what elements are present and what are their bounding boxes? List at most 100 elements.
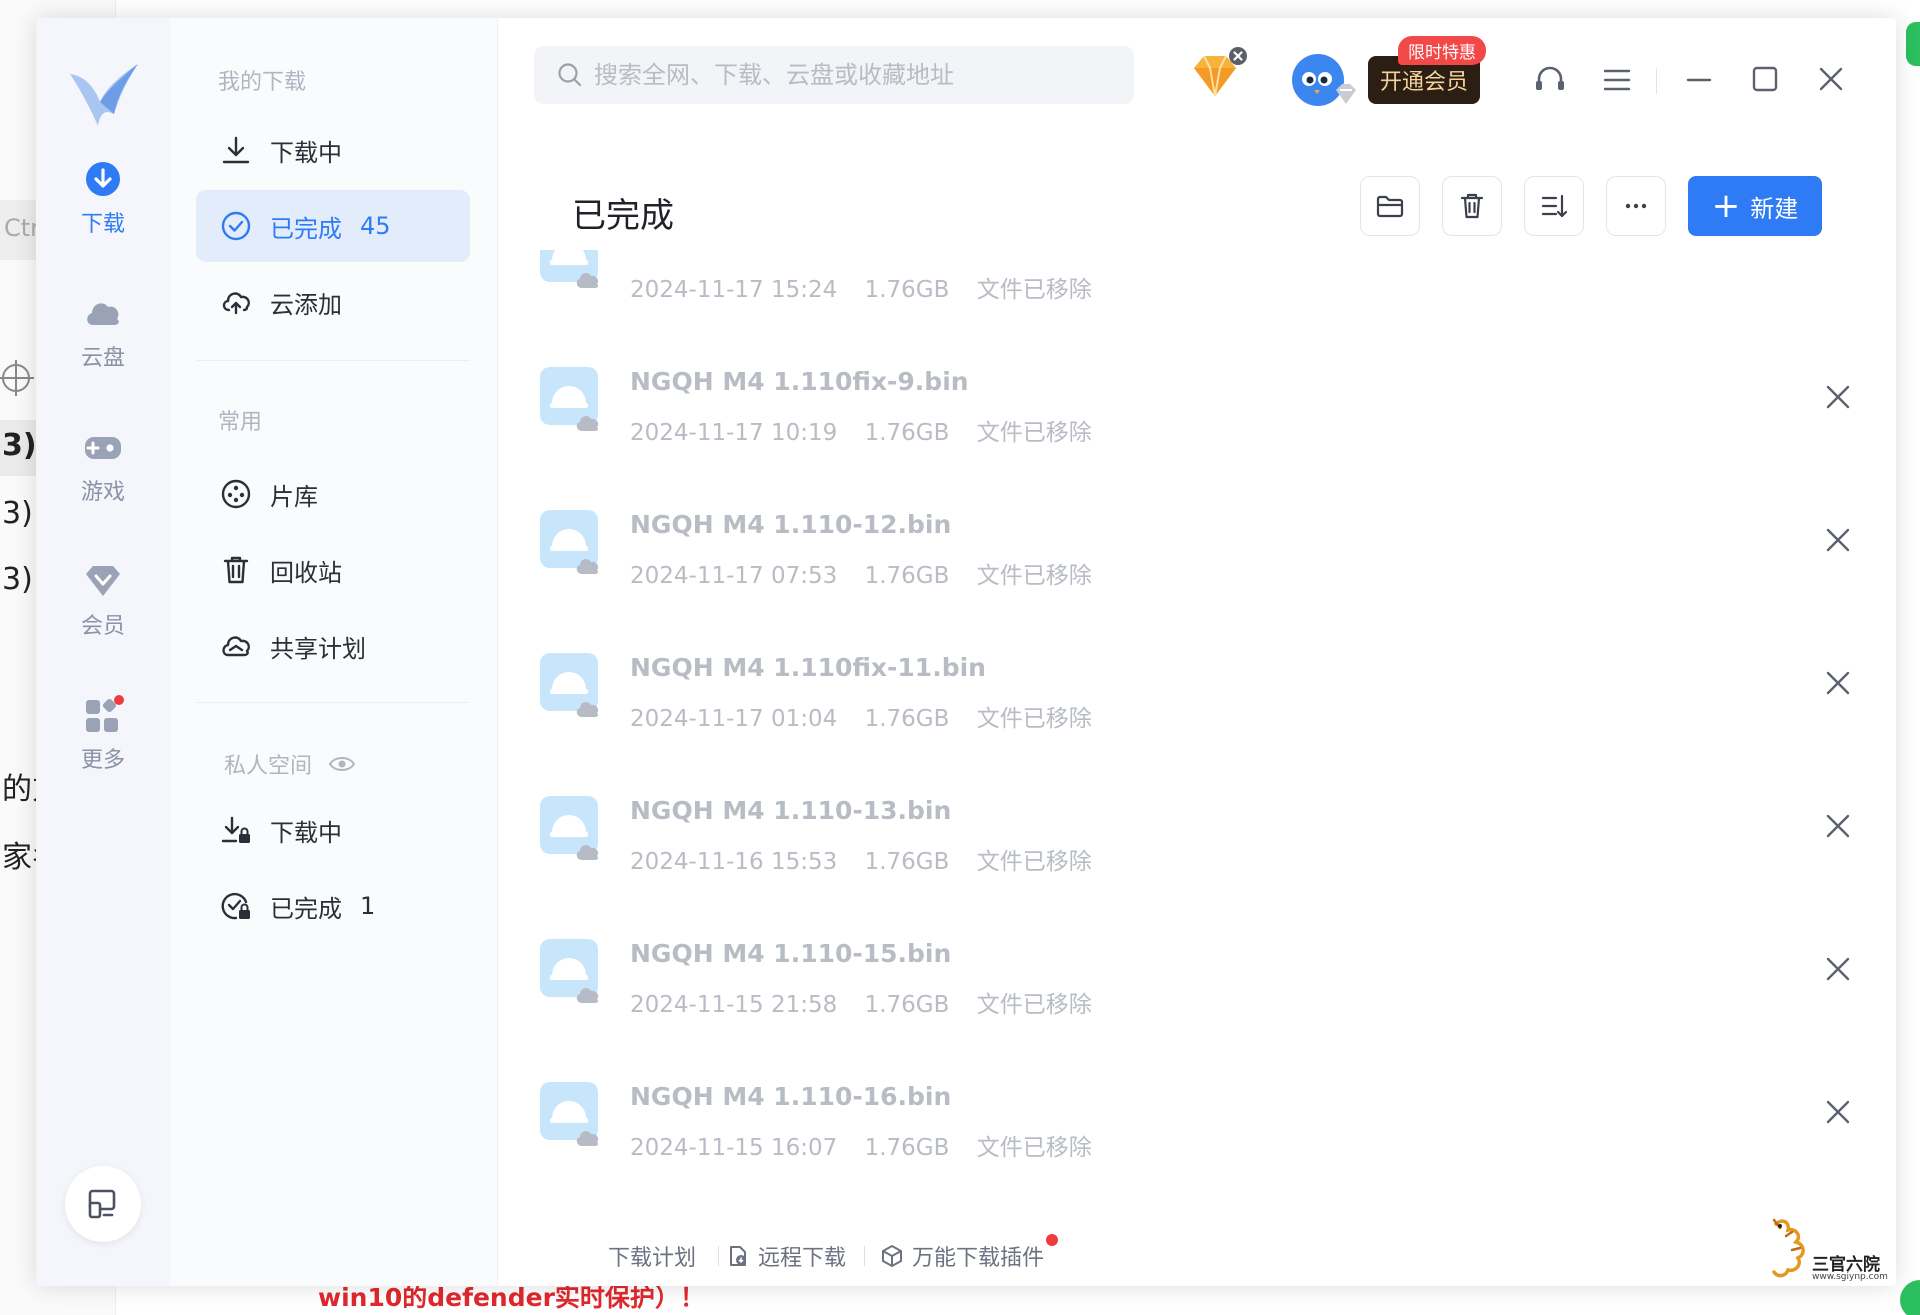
nav-divider — [196, 702, 470, 703]
file-row[interactable]: NGQH M4 1.110-12.bin 2024-11-17 07:53 1.… — [498, 480, 1896, 623]
toolbar-separator — [1656, 68, 1657, 94]
footer-separator — [864, 1246, 865, 1266]
apps-icon — [86, 695, 124, 732]
file-row[interactable]: NGQH M4 1.110-15.bin 2024-11-15 21:58 1.… — [498, 909, 1896, 1052]
file-size: 1.76GB — [864, 706, 950, 732]
check-circle-icon — [221, 211, 251, 241]
background-ctrl-hint: Ctr — [0, 200, 40, 260]
folder-icon — [1376, 195, 1404, 218]
nav-item-downloading[interactable]: 下载中 — [196, 114, 470, 186]
file-row[interactable]: NGQH M4 1.110-16.bin 2024-11-15 16:07 1.… — [498, 1052, 1896, 1195]
file-size: 1.76GB — [864, 563, 950, 589]
nav-item-label: 回收站 — [270, 558, 342, 587]
file-size: 1.76GB — [864, 1135, 950, 1161]
headset-icon[interactable] — [1532, 62, 1568, 98]
rail-item-cloud[interactable]: 云盘 — [36, 292, 170, 392]
download-plan-link[interactable]: 下载计划 — [608, 1240, 696, 1272]
footer-bar: 下载计划 远程下载 万能下载插件 — [498, 1226, 1896, 1286]
download-plan-label: 下载计划 — [608, 1246, 697, 1271]
remove-record-icon[interactable] — [1820, 379, 1856, 415]
nav-item-label: 已完成 — [270, 214, 342, 243]
file-date: 2024-11-17 07:53 — [630, 563, 838, 589]
file-name: NGQH M4 1.110-12.bin — [630, 510, 952, 539]
trash-icon — [223, 556, 249, 584]
file-meta: 2024-11-17 07:53 1.76GB 文件已移除 — [630, 556, 1112, 590]
page-title: 已完成 — [572, 196, 674, 236]
nav-item-share-plan[interactable]: 共享计划 — [196, 610, 470, 682]
file-size: 1.76GB — [864, 992, 950, 1018]
nav-item-cloud-add[interactable]: 云添加 — [196, 266, 470, 338]
nav-item-completed[interactable]: 已完成 45 — [196, 190, 470, 262]
file-date: 2024-11-17 10:19 — [630, 420, 838, 446]
dragon-logo-icon — [1772, 1218, 1805, 1278]
more-options-button[interactable] — [1606, 176, 1666, 236]
search-input[interactable] — [594, 61, 1114, 89]
nav-item-library[interactable]: 片库 — [196, 458, 470, 530]
maximize-icon[interactable] — [1750, 64, 1780, 94]
file-row[interactable]: 2024-11-17 15:24 1.76GB 文件已移除 — [498, 250, 1896, 337]
file-row[interactable] — [498, 1195, 1896, 1216]
file-thumbnail-icon — [540, 367, 599, 431]
menu-icon[interactable] — [1602, 66, 1632, 94]
remove-record-icon[interactable] — [1820, 522, 1856, 558]
new-task-button[interactable]: + 新建 — [1688, 176, 1822, 236]
file-name: NGQH M4 1.110-16.bin — [630, 1082, 952, 1111]
file-status: 文件已移除 — [976, 563, 1092, 589]
file-date: 2024-11-15 21:58 — [630, 992, 838, 1018]
rail-item-download[interactable]: 下载 — [36, 158, 170, 258]
new-task-label: 新建 — [1750, 194, 1799, 223]
nav-item-label: 片库 — [270, 482, 318, 511]
rail-item-more[interactable]: 更多 — [36, 694, 170, 794]
remove-record-icon[interactable] — [1820, 951, 1856, 987]
file-row[interactable]: NGQH M4 1.110-13.bin 2024-11-16 15:53 1.… — [498, 766, 1896, 909]
sort-button[interactable] — [1524, 176, 1584, 236]
search-icon — [558, 63, 582, 87]
delete-button[interactable] — [1442, 176, 1502, 236]
download-plugin-label: 万能下载插件 — [912, 1246, 1045, 1271]
device-switch-button[interactable] — [65, 1166, 141, 1242]
rail-item-vip[interactable]: 会员 — [36, 560, 170, 660]
open-folder-button[interactable] — [1360, 176, 1420, 236]
crosshair-icon — [0, 360, 34, 396]
nav-item-private-completed[interactable]: 已完成 1 — [196, 870, 470, 942]
background-green-dot — [1900, 1280, 1920, 1315]
remove-record-icon[interactable] — [1820, 665, 1856, 701]
download-manager-window: 下载 云盘 游戏 会员 更多 我的下载 下载中 已完成 45 云添加 常用 片库… — [36, 18, 1896, 1286]
minimize-icon[interactable] — [1684, 66, 1714, 94]
footer-separator — [718, 1246, 719, 1266]
remove-record-icon[interactable] — [1820, 1094, 1856, 1130]
eye-icon[interactable] — [328, 754, 356, 774]
gem-reward-icon[interactable] — [1186, 46, 1250, 106]
cloud-share-icon — [222, 636, 250, 657]
sort-icon — [1541, 194, 1568, 218]
file-meta: 2024-11-15 16:07 1.76GB 文件已移除 — [630, 1128, 1112, 1162]
nav-section-private: 私人空间 — [224, 748, 356, 780]
diamond-icon — [86, 566, 120, 596]
avatar-mascot-icon[interactable] — [1288, 46, 1360, 114]
search-box[interactable] — [534, 46, 1134, 104]
ellipsis-icon — [1625, 203, 1647, 209]
remote-download-link[interactable]: 远程下载 — [726, 1240, 846, 1272]
nav-item-recycle-bin[interactable]: 回收站 — [196, 534, 470, 606]
watermark-url: www.sgiynp.com — [1812, 1272, 1888, 1282]
download-plugin-link[interactable]: 万能下载插件 — [880, 1240, 1044, 1272]
file-status: 文件已移除 — [976, 420, 1092, 446]
nav-item-private-downloading[interactable]: 下载中 — [196, 794, 470, 866]
nav-item-label: 下载中 — [270, 138, 342, 167]
completed-file-list: 2024-11-17 15:24 1.76GB 文件已移除 NGQH M4 1.… — [498, 250, 1896, 1216]
file-row[interactable]: NGQH M4 1.110fix-9.bin 2024-11-17 10:19 … — [498, 337, 1896, 480]
file-name: NGQH M4 1.110fix-9.bin — [630, 367, 969, 396]
download-arrow-icon — [222, 136, 250, 164]
file-status: 文件已移除 — [976, 992, 1092, 1018]
cloud-upload-icon — [222, 292, 250, 315]
file-meta: 2024-11-15 21:58 1.76GB 文件已移除 — [630, 985, 1112, 1019]
remove-record-icon[interactable] — [1820, 808, 1856, 844]
file-thumbnail-icon — [540, 510, 599, 574]
file-row[interactable]: NGQH M4 1.110fix-11.bin 2024-11-17 01:04… — [498, 623, 1896, 766]
file-status: 文件已移除 — [976, 706, 1092, 732]
private-completed-count: 1 — [360, 892, 376, 920]
file-thumbnail-icon — [540, 939, 599, 1003]
file-thumbnail-icon — [540, 796, 599, 860]
rail-item-game[interactable]: 游戏 — [36, 426, 170, 526]
close-window-icon[interactable] — [1816, 64, 1846, 94]
